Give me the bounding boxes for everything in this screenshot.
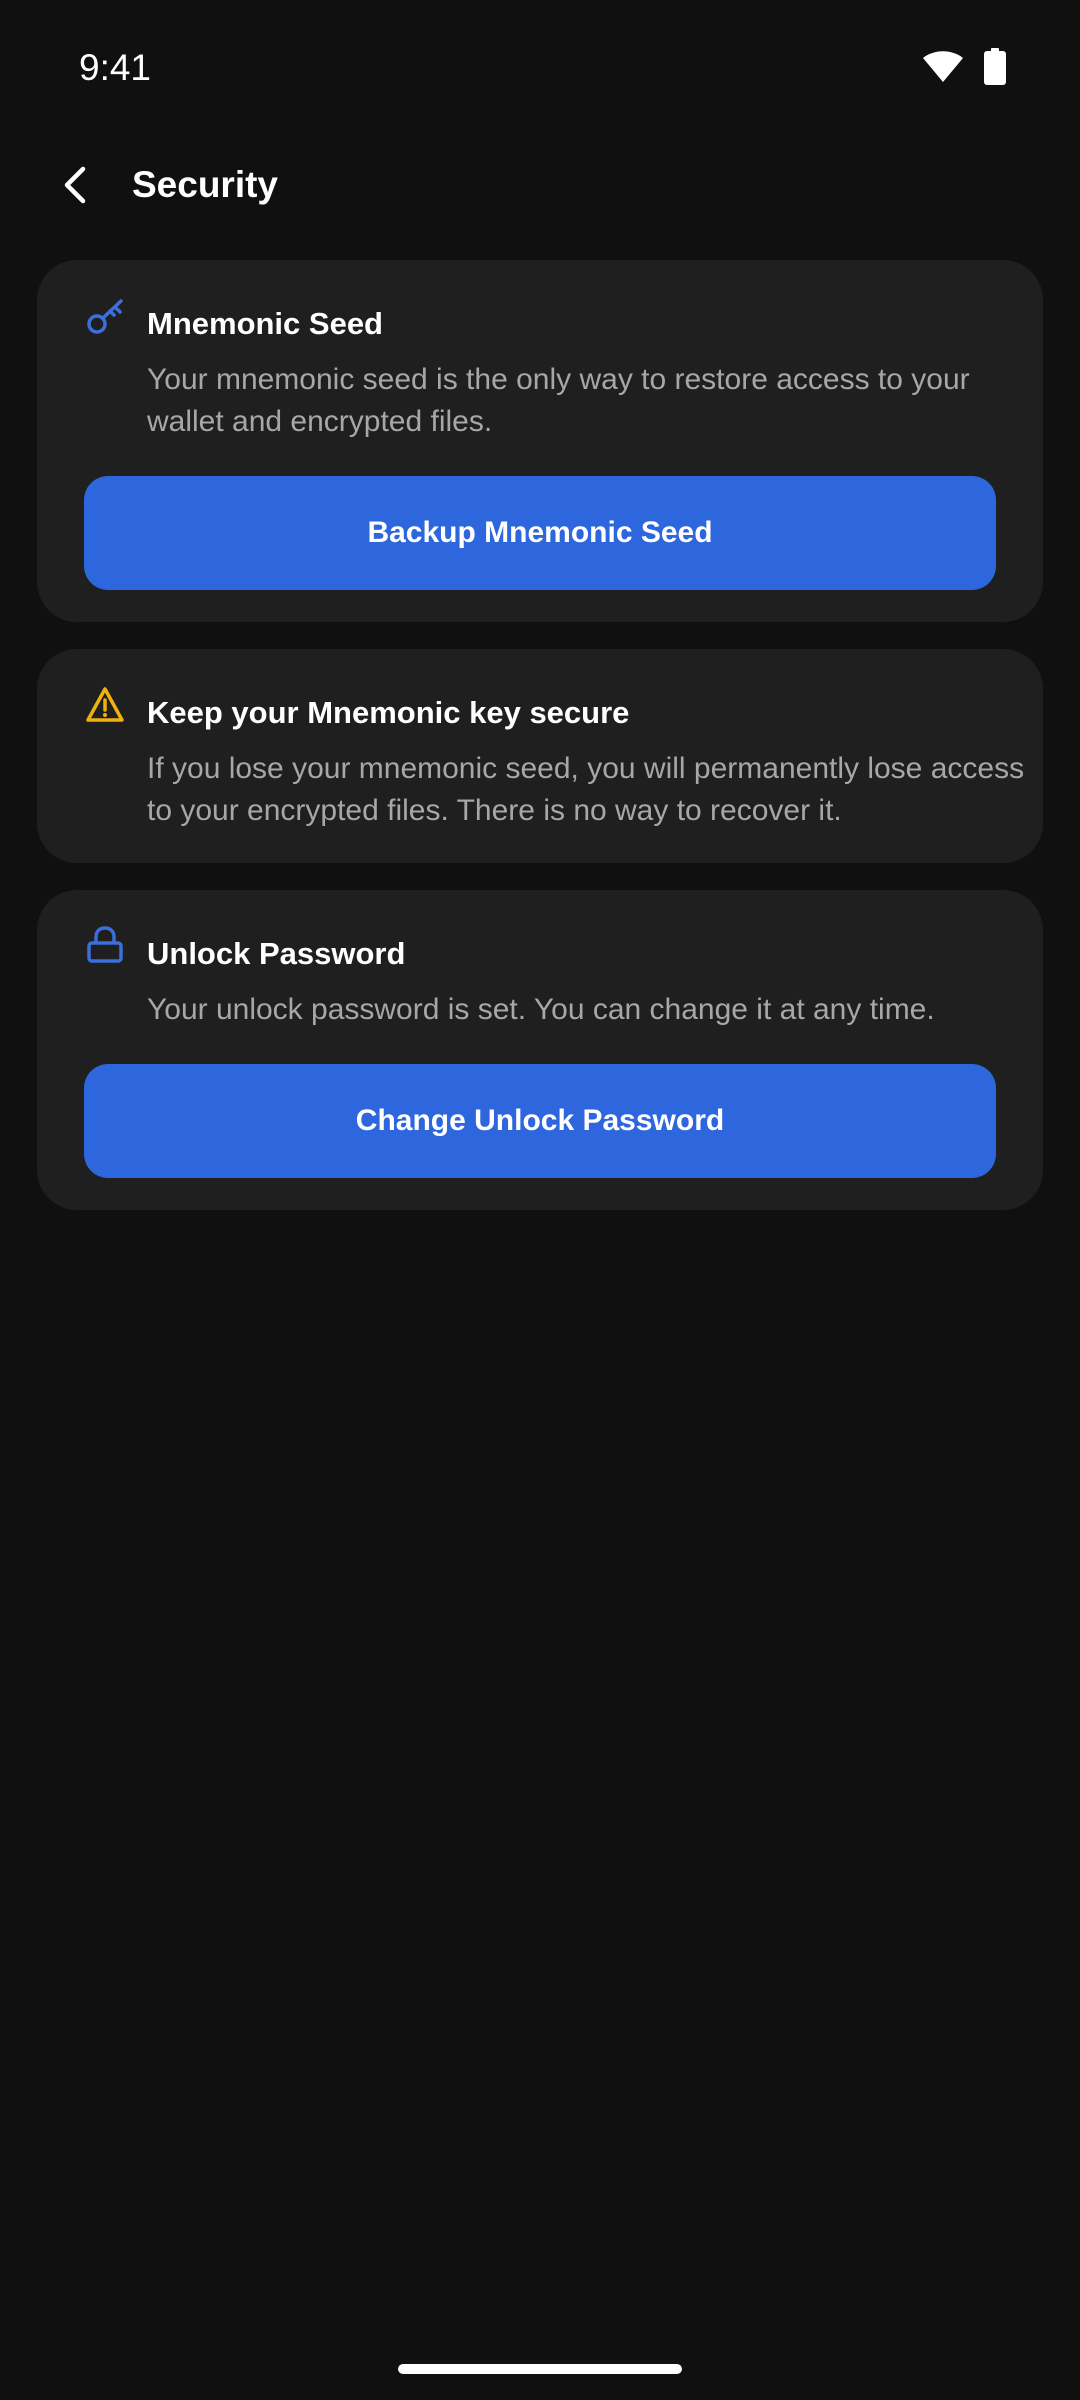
backup-mnemonic-seed-button[interactable]: Backup Mnemonic Seed: [84, 476, 996, 590]
chevron-left-icon: [64, 166, 86, 204]
unlock-password-description: Your unlock password is set. You can cha…: [147, 993, 935, 1026]
unlock-password-title: Unlock Password: [147, 936, 406, 971]
home-indicator[interactable]: [398, 2364, 682, 2374]
back-button[interactable]: [44, 150, 106, 220]
warning-title: Keep your Mnemonic key secure: [147, 695, 630, 730]
status-icons: [922, 46, 1006, 86]
page-title: Security: [132, 164, 279, 205]
mnemonic-warning-card: Keep your Mnemonic key secure If you los…: [37, 649, 1043, 863]
battery-icon: [984, 47, 1006, 85]
status-bar: 9:41: [0, 0, 1080, 136]
warning-description: If you lose your mnemonic seed, you will…: [147, 752, 1025, 827]
app-bar: Security: [0, 150, 1080, 220]
lock-icon: [85, 925, 125, 965]
status-time: 9:41: [79, 47, 152, 88]
mnemonic-seed-title: Mnemonic Seed: [147, 306, 383, 341]
key-icon: [85, 296, 125, 336]
wifi-icon: [923, 51, 963, 82]
warning-icon: [85, 685, 125, 725]
mnemonic-seed-description: Your mnemonic seed is the only way to re…: [147, 363, 970, 438]
mnemonic-seed-card: Mnemonic Seed Your mnemonic seed is the …: [37, 260, 1043, 622]
unlock-password-card: Unlock Password Your unlock password is …: [37, 890, 1043, 1210]
change-unlock-password-button[interactable]: Change Unlock Password: [84, 1064, 996, 1178]
